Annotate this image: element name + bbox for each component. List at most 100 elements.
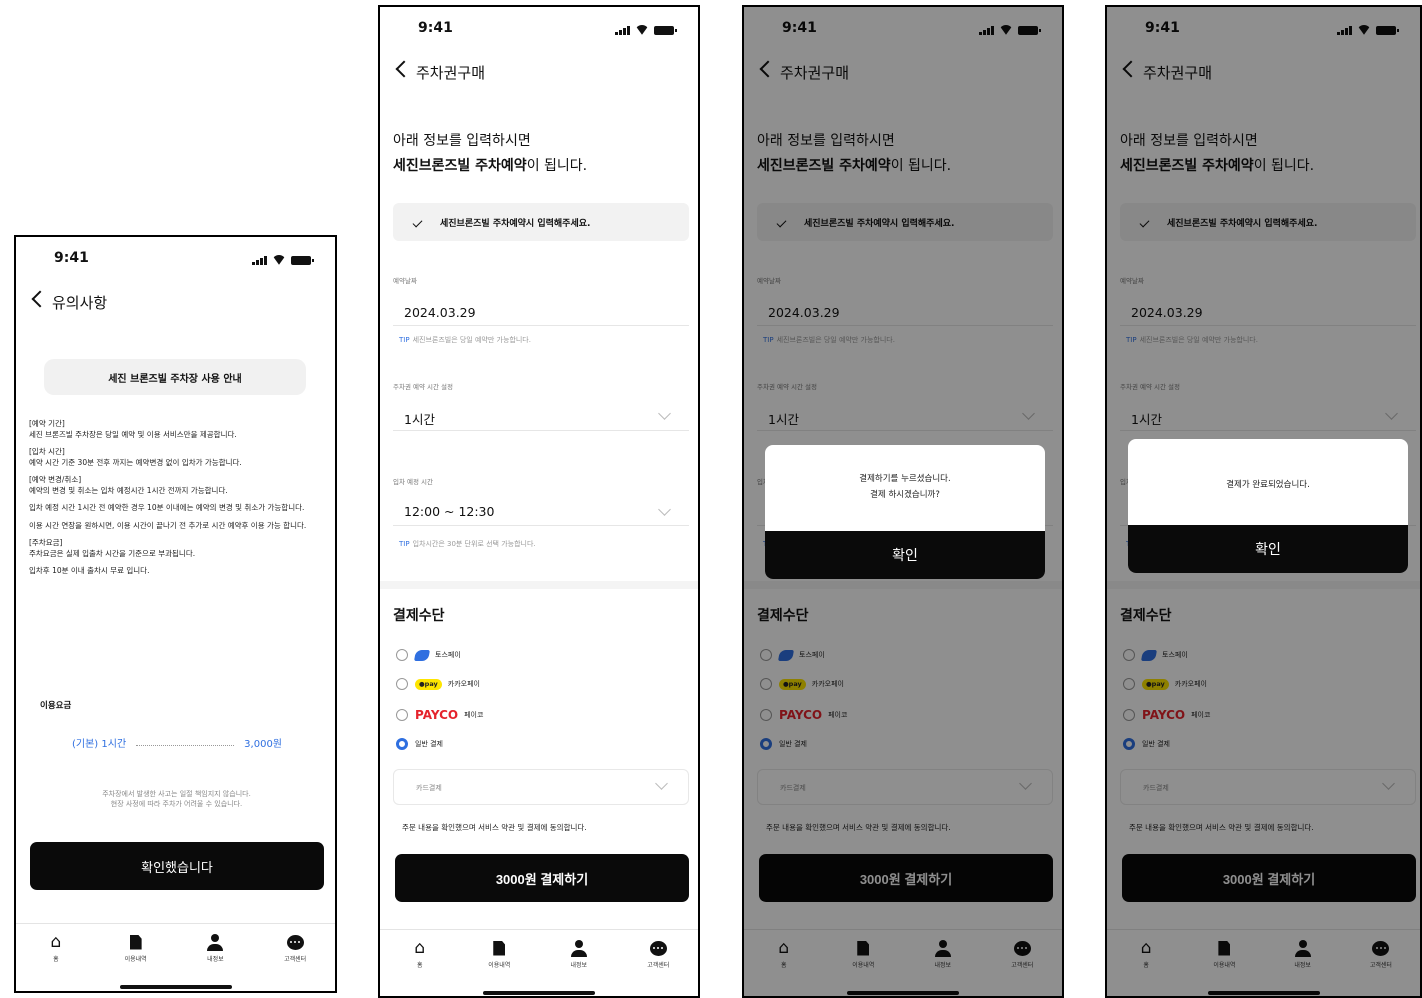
- check-banner: 세진브론즈빌 주차예약시 입력해주세요.: [393, 203, 689, 241]
- modal-confirm-button[interactable]: 확인: [765, 531, 1045, 579]
- tab-history[interactable]: 이용내역: [106, 932, 166, 963]
- notice-section: [주차요금] 주차요금은 실제 입출차 시간을 기준으로 부과됩니다.: [29, 538, 321, 559]
- check-icon: [412, 217, 423, 227]
- purchase-screen: 9:41 주차권구매 아래 정보를 입력하시면 세진브론즈빌 주차예약이 됩니다…: [378, 5, 700, 998]
- modal-confirm-button[interactable]: 확인: [1128, 525, 1408, 573]
- tip-text: 입차시간은 30분 단위로 선택 가능합니다.: [412, 540, 536, 548]
- status-time: 9:41: [54, 250, 89, 266]
- tab-bar: ⌂ 홈 이용내역 내정보 고객센터: [16, 923, 335, 991]
- signal-icon: [252, 255, 267, 265]
- chevron-down-icon[interactable]: [658, 407, 671, 420]
- tab-home[interactable]: ⌂ 홈: [390, 938, 450, 969]
- back-chevron-icon[interactable]: [395, 60, 413, 78]
- confirm-read-button[interactable]: 확인했습니다: [30, 842, 324, 890]
- chat-icon: [286, 934, 304, 950]
- radio-button[interactable]: [396, 709, 408, 721]
- notice-heading: 세진 브론즈빌 주차장 사용 안내: [44, 359, 306, 395]
- nav-bar: 유의사항: [16, 289, 335, 319]
- notice-section-title: [예약 변경/취소]: [29, 475, 82, 484]
- payment-option-toss[interactable]: 토스페이: [396, 649, 461, 661]
- notice-body: [예약 기간] 세진 브론즈빌 주차장은 당일 예약 및 이용 서비스만을 제공…: [29, 419, 321, 584]
- pay-button[interactable]: 3000원 결제하기: [395, 854, 689, 902]
- intro-bold: 세진브론즈빌 주차예약: [393, 158, 527, 174]
- notice-section: [입차 시간] 예약 시간 기준 30분 전후 까지는 예약변경 없이 입차가 …: [29, 447, 321, 468]
- person-icon: [570, 939, 587, 957]
- radio-button-selected[interactable]: [396, 738, 408, 750]
- notice-section: [예약 기간] 세진 브론즈빌 주차장은 당일 예약 및 이용 서비스만을 제공…: [29, 419, 321, 440]
- radio-button[interactable]: [396, 678, 408, 690]
- notice-section-title: [입차 시간]: [29, 447, 65, 456]
- notice-section-body: 예약의 변경 및 취소는 입차 예정시간 1시간 전까지 가능합니다.: [29, 485, 228, 495]
- check-banner-text: 세진브론즈빌 주차예약시 입력해주세요.: [440, 218, 591, 229]
- modal-line: 결제가 완료되었습니다.: [1226, 480, 1310, 490]
- card-select-value: 카드결제: [416, 784, 442, 792]
- wifi-icon: [635, 25, 649, 35]
- kakaopay-logo-icon: ●pay: [415, 678, 442, 690]
- date-field[interactable]: 2024.03.29: [404, 305, 476, 320]
- disclaimer: 주차장에서 발생한 사고는 일절 책임지지 않습니다. 현장 사정에 따라 주차…: [34, 789, 319, 809]
- notice-section-body: 주차요금은 실제 입출차 시간을 기준으로 부과됩니다.: [29, 548, 196, 558]
- chevron-down-icon[interactable]: [658, 503, 671, 516]
- field-underline: [393, 430, 689, 431]
- modal-line: 결제 하시겠습니까?: [870, 490, 940, 500]
- chat-icon: [649, 940, 667, 956]
- modal-message: 결제가 완료되었습니다.: [1128, 477, 1408, 493]
- fee-price: 3,000원: [244, 739, 282, 750]
- payment-option-kakaopay[interactable]: ●pay 카카오페이: [396, 678, 480, 690]
- tab-support[interactable]: 고객센터: [265, 932, 325, 963]
- notice-section-title: [주차요금]: [29, 538, 63, 547]
- home-icon: ⌂: [414, 938, 426, 958]
- tab-profile[interactable]: 내정보: [185, 932, 245, 963]
- purchase-screen-confirm: 9:41 주차권구매 아래 정보를 입력하시면 세진브론즈빌 주차예약이 됩니다…: [742, 5, 1064, 998]
- tab-history[interactable]: 이용내역: [469, 938, 529, 969]
- tab-label: 내정보: [570, 962, 588, 969]
- payment-option-label: 일반 결제: [415, 740, 443, 748]
- date-tip: TIP 세진브론즈빌은 당일 예약만 가능합니다.: [399, 335, 531, 345]
- tab-label: 홈: [53, 956, 59, 963]
- duration-select[interactable]: 1시간: [404, 409, 435, 428]
- disclaimer-line: 현장 사정에 따라 주차가 어려울 수 있습니다.: [110, 800, 243, 808]
- payment-option-payco[interactable]: PAYCO 페이코: [396, 708, 483, 722]
- confirm-payment-modal: 결제하기를 누르셨습니다. 결제 하시겠습니까? 확인: [765, 445, 1045, 579]
- radio-button[interactable]: [396, 649, 408, 661]
- document-icon: [493, 940, 506, 956]
- duration-label: 주차권 예약 시간 설정: [393, 383, 454, 391]
- payment-option-label: 토스페이: [435, 651, 461, 659]
- tab-label: 이용내역: [124, 956, 147, 963]
- tab-bar: ⌂ 홈 이용내역 내정보 고객센터: [380, 929, 698, 996]
- card-select[interactable]: 카드결제: [393, 769, 689, 805]
- tab-label: 고객센터: [647, 962, 670, 969]
- fee-name: (기본) 1시간: [72, 739, 127, 750]
- section-divider: [380, 581, 698, 589]
- nav-bar: 주차권구매: [380, 59, 698, 89]
- tab-home[interactable]: ⌂ 홈: [26, 932, 86, 963]
- status-bar: 9:41: [16, 237, 335, 281]
- arrival-time-select[interactable]: 12:00 ~ 12:30: [404, 504, 494, 519]
- payment-option-general[interactable]: 일반 결제: [396, 738, 443, 750]
- notice-section: [예약 변경/취소] 예약의 변경 및 취소는 입차 예정시간 1시간 전까지 …: [29, 475, 321, 496]
- payment-option-label: 페이코: [464, 711, 484, 719]
- notice-section-title: [예약 기간]: [29, 419, 65, 428]
- battery-icon: [291, 256, 314, 265]
- notice-section: 입차 예정 시간 1시간 전 예약한 경우 10분 이내에는 예약의 변경 및 …: [29, 503, 321, 514]
- intro-rest: 이 됩니다.: [526, 158, 588, 174]
- tab-profile[interactable]: 내정보: [549, 938, 609, 969]
- toss-logo-icon: [414, 649, 430, 661]
- notice-screen: 9:41 유의사항 세진 브론즈빌 주차장 사용 안내 [예약 기간] 세진 브…: [14, 235, 337, 993]
- notice-section-body: 세진 브론즈빌 주차장은 당일 예약 및 이용 서비스만을 제공합니다.: [29, 429, 237, 439]
- signal-icon: [615, 25, 630, 35]
- notice-section: 입차후 10분 이내 출차시 무료 입니다.: [29, 566, 321, 577]
- battery-icon: [654, 26, 677, 35]
- notice-section-body: 입차후 10분 이내 출차시 무료 입니다.: [29, 566, 150, 575]
- tip-key: TIP: [399, 540, 410, 548]
- tab-label: 홈: [416, 962, 423, 969]
- agree-text: 주문 내용을 확인했으며 서비스 약관 및 결제에 동의합니다.: [402, 823, 587, 832]
- tab-support[interactable]: 고객센터: [628, 938, 688, 969]
- disclaimer-line: 주차장에서 발생한 사고는 일절 책임지지 않습니다.: [102, 790, 251, 798]
- home-indicator: [119, 985, 232, 989]
- wifi-icon: [272, 255, 286, 265]
- notice-section-body: 예약 시간 기준 30분 전후 까지는 예약변경 없이 입차가 가능합니다.: [29, 457, 242, 467]
- intro-line: 세진브론즈빌 주차예약이 됩니다.: [393, 154, 587, 179]
- back-chevron-icon[interactable]: [31, 290, 49, 308]
- page-title: 유의사항: [52, 294, 108, 312]
